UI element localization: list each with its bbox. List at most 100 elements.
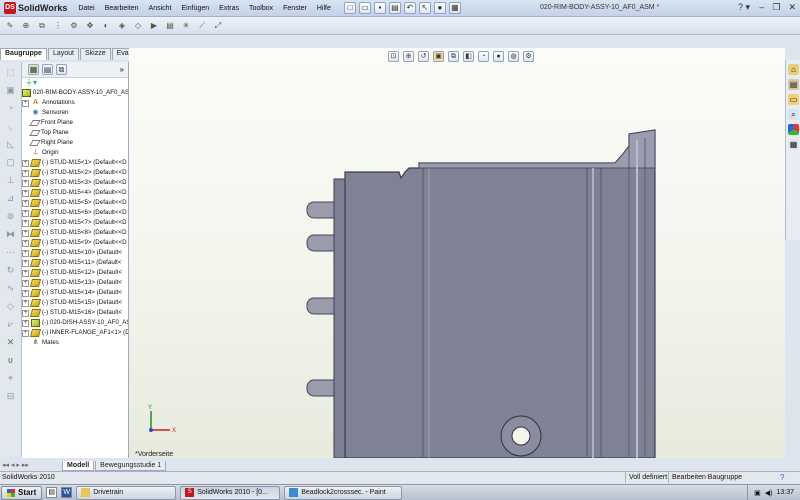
print-icon[interactable]: ▤ [388,2,401,14]
tree-item[interactable]: + (-) STUD-M15<8> (Default<<D [22,228,128,238]
rib-tool-icon[interactable]: ⊥ [4,174,18,186]
expand-toggle-icon[interactable]: + [22,199,29,207]
component-pattern-icon[interactable]: ⋮ [52,20,64,32]
tree-item[interactable]: + (-) INNER-FLANGE_AF1<1> (D [22,328,128,338]
instant3d-icon[interactable]: ⤢ [212,20,224,32]
fillet-tool-icon[interactable]: ◟ [4,120,18,132]
tree-item[interactable]: + (-) STUD-M15<13> (Default< [22,278,128,288]
curves-tool-icon[interactable]: ∿ [4,282,18,294]
tree-item[interactable]: + (-) STUD-M15<10> (Default< [22,248,128,258]
expand-toggle-icon[interactable]: + [22,219,29,227]
help-search-icon[interactable]: ? ▾ [738,2,750,13]
edit-component-icon[interactable]: ✎ [4,20,16,32]
circular-pattern-icon[interactable]: ↻ [4,264,18,276]
smart-fasteners-icon[interactable]: ⚙ [68,20,80,32]
collapse-panel-icon[interactable]: » [120,65,124,74]
move-component-icon[interactable]: ✥ [84,20,96,32]
solidworks-resources-icon[interactable]: ⌂ [788,64,799,75]
expand-toggle-icon[interactable]: + [22,319,29,327]
tree-item[interactable]: ⋔ Mates [22,338,128,348]
tree-item[interactable]: + A Annotations [22,98,128,108]
tree-item[interactable]: + (-) STUD-M15<15> (Default< [22,298,128,308]
expand-toggle-icon[interactable]: + [22,249,29,257]
tree-item[interactable]: + (-) STUD-M15<4> (Default<<D [22,188,128,198]
tree-item[interactable]: + (-) STUD-M15<3> (Default<<D [22,178,128,188]
rebuild-icon[interactable]: ● [433,2,446,14]
measure-tool-icon[interactable]: ⌖ [4,372,18,384]
exploded-view-icon[interactable]: ✳ [180,20,192,32]
tree-item[interactable]: + (-) 020-DISH-ASSY-10_AF0_AS [22,318,128,328]
save-icon[interactable]: ▪ [373,2,386,14]
taskbar-button-drivetrain[interactable]: Drivetrain [76,485,177,500]
tree-item[interactable]: + (-) STUD-M15<1> (Default<<D [22,158,128,168]
revolve-tool-icon[interactable]: ◔ [4,102,18,114]
volume-icon[interactable]: ◀) [765,489,773,497]
sketch-tool-icon[interactable]: ⬚ [4,66,18,78]
section-view-icon[interactable]: ⊟ [4,390,18,402]
expand-toggle-icon[interactable]: + [22,99,29,107]
configuration-manager-tab-icon[interactable]: ⧉ [56,64,67,75]
taskbar-button-paint[interactable]: Beadlock2crosssec. - Paint [284,485,403,500]
tab-skizze[interactable]: Skizze [79,48,111,60]
expand-toggle-icon[interactable]: + [22,289,29,297]
assembly-features-icon[interactable]: ◈ [116,20,128,32]
hide-show-items-icon[interactable]: ◔ [478,51,489,62]
draft-tool-icon[interactable]: ⊿ [4,192,18,204]
menu-datei[interactable]: Datei [73,5,99,12]
menu-fenster[interactable]: Fenster [278,5,312,12]
hole-wizard-icon[interactable]: ⊚ [4,210,18,222]
undo-icon[interactable]: ↶ [403,2,416,14]
expand-toggle-icon[interactable]: + [22,189,29,197]
expand-toggle-icon[interactable]: + [22,269,29,277]
mate-icon[interactable]: ⧉ [36,20,48,32]
shell-tool-icon[interactable]: ▢ [4,156,18,168]
tree-item[interactable]: + (-) STUD-M15<9> (Default<<D [22,238,128,248]
weld-tool-icon[interactable]: ⩗ [4,318,18,330]
tree-item[interactable]: + (-) STUD-M15<5> (Default<<D [22,198,128,208]
open-folder-icon[interactable]: ▭ [358,2,371,14]
expand-toggle-icon[interactable]: + [22,239,29,247]
menu-extras[interactable]: Extras [214,5,244,12]
expand-toggle-icon[interactable]: + [22,159,29,167]
tree-item[interactable]: + (-) STUD-M15<11> (Default< [22,258,128,268]
expand-toggle-icon[interactable]: + [22,259,29,267]
select-cursor-icon[interactable]: ↖ [418,2,431,14]
minimize-icon[interactable]: – [759,2,764,13]
expand-toggle-icon[interactable]: + [22,169,29,177]
expand-toggle-icon[interactable]: + [22,229,29,237]
mirror-tool-icon[interactable]: ⧓ [4,228,18,240]
insert-component-icon[interactable]: ⊕ [20,20,32,32]
tab-bewegungsstudie[interactable]: Bewegungsstudie 1 [95,461,167,471]
tab-modell[interactable]: Modell [62,461,95,471]
search-icon[interactable]: ⌕ [788,109,799,120]
options-icon[interactable]: ▦ [448,2,461,14]
show-hidden-icon[interactable]: ◐ [100,20,112,32]
chamfer-tool-icon[interactable]: ◺ [4,138,18,150]
expand-toggle-icon[interactable]: + [22,309,29,317]
tree-filter-icon[interactable]: ⏚▾ [22,78,128,88]
graphics-area[interactable] [129,48,785,458]
display-style-icon[interactable]: ◧ [463,51,474,62]
tree-item[interactable]: ⊥ Origin [22,148,128,158]
expand-toggle-icon[interactable]: + [22,299,29,307]
status-help-icon[interactable]: ? [780,472,784,483]
previous-view-icon[interactable]: ↺ [418,51,429,62]
linear-pattern-icon[interactable]: ⋯ [4,246,18,258]
expand-toggle-icon[interactable]: + [22,209,29,217]
tab-baugruppe[interactable]: Baugruppe [0,48,47,60]
solidworks-logo[interactable]: DS SolidWorks [0,1,73,16]
expand-toggle-icon[interactable]: + [22,179,29,187]
sketch-spline-icon[interactable]: ʋ [4,354,18,366]
feature-tree-tab-icon[interactable]: ▦ [28,64,39,75]
zoom-to-fit-icon[interactable]: ⊡ [388,51,399,62]
design-library-icon[interactable]: ▤ [788,79,799,90]
expand-toggle-icon[interactable]: + [22,329,29,337]
menu-einfuegen[interactable]: Einfügen [177,5,215,12]
section-view-toggle-icon[interactable]: ▣ [433,51,444,62]
quicklaunch-word-icon[interactable]: W [61,487,73,498]
apply-scene-icon[interactable]: ◍ [508,51,519,62]
tree-root[interactable]: 020-RIM-BODY-ASSY-10_AF0_ASM [22,88,128,98]
tree-item[interactable]: Right Plane [22,138,128,148]
explode-line-sketch-icon[interactable]: ⟋ [196,20,208,32]
tree-item[interactable]: + (-) STUD-M15<16> (Default< [22,308,128,318]
